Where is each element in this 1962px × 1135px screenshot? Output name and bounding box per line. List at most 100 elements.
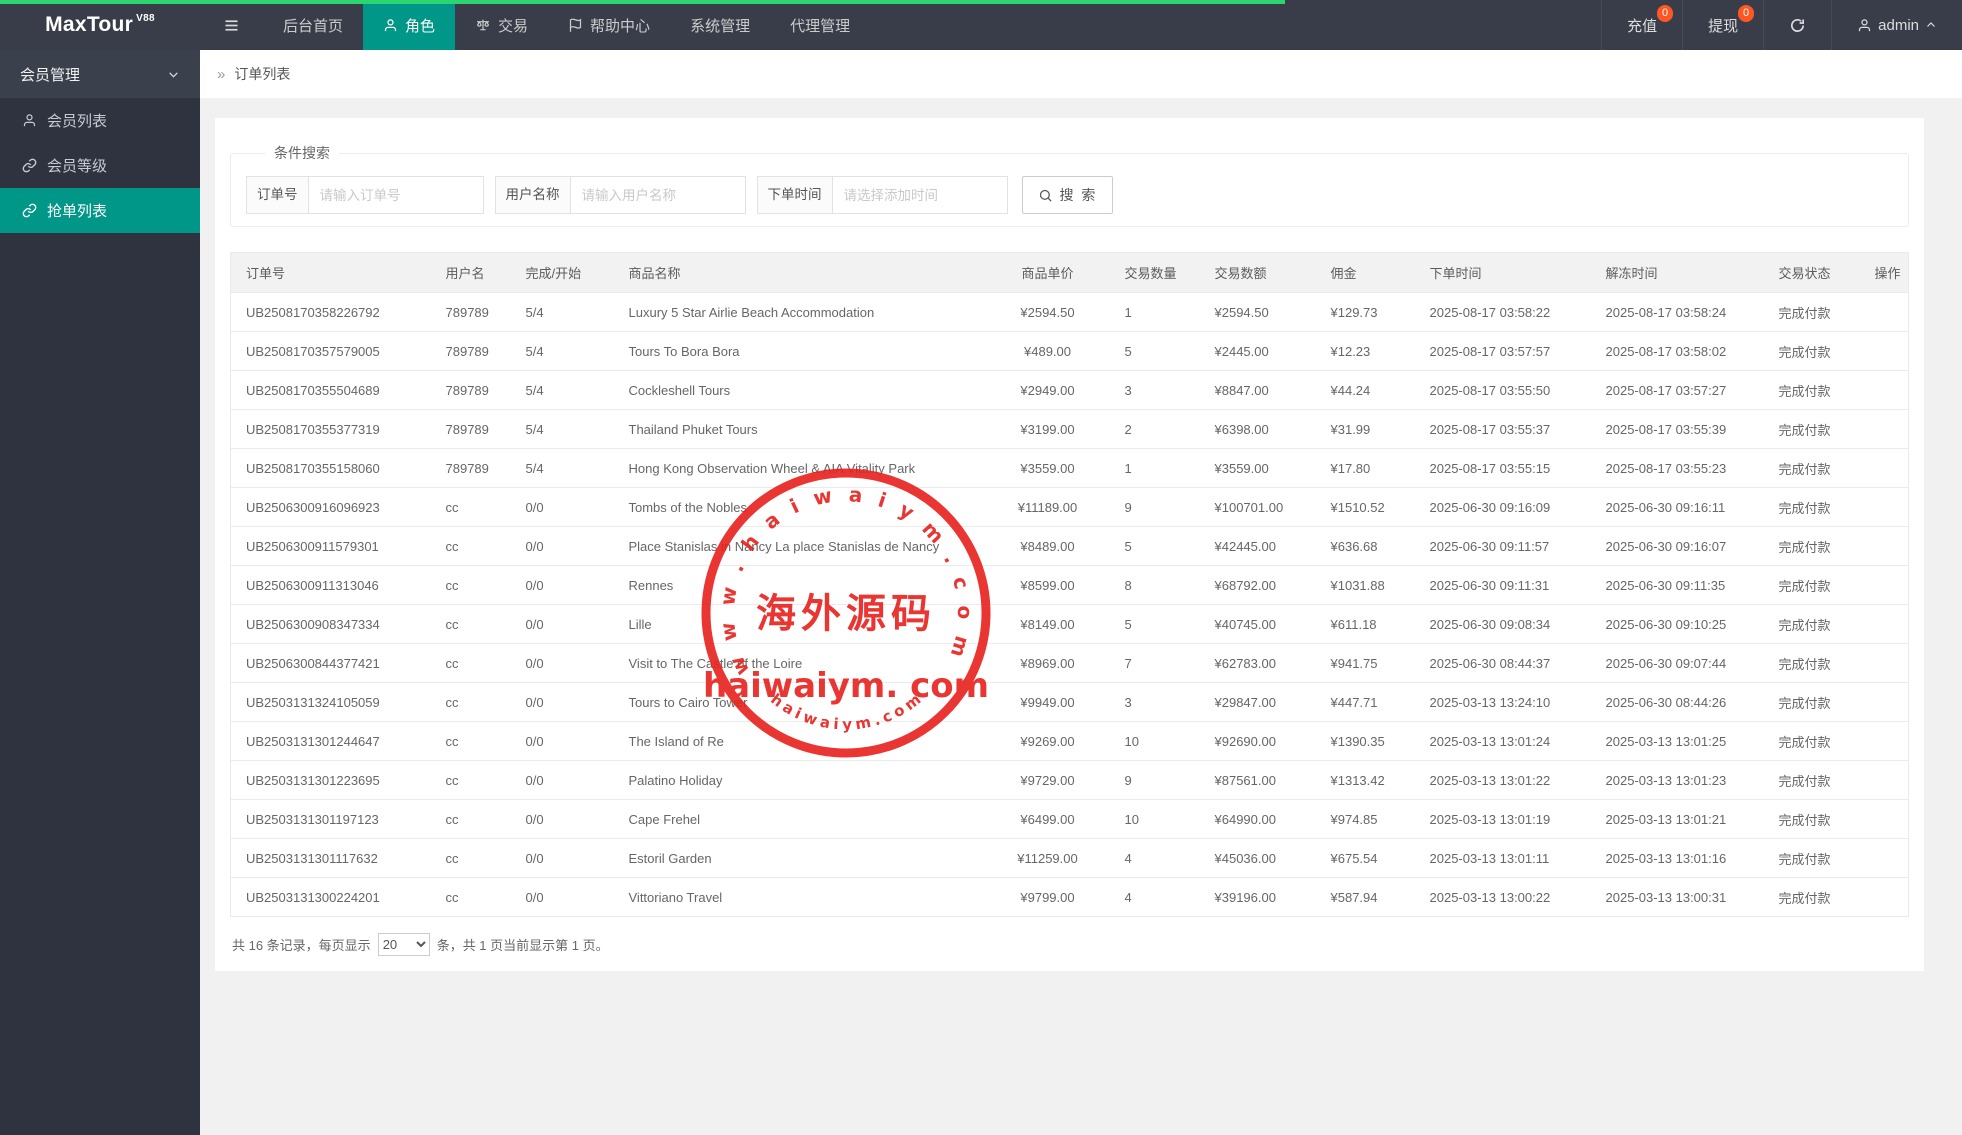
cell-product-name: Place Stanislas in Nancy La place Stanis… [614,527,986,566]
cell-username: cc [431,839,511,878]
cell-unfreeze-time: 2025-06-30 08:44:26 [1591,683,1764,722]
sidebar-item-label: 会员等级 [47,155,107,176]
cell-done-start: 0/0 [511,800,614,839]
search-input-1[interactable] [571,176,746,214]
sidebar-item-label: 抢单列表 [47,200,107,221]
sidebar-item-member-list[interactable]: 会员列表 [0,98,200,143]
cell-done-start: 0/0 [511,605,614,644]
col-trade-amount: 交易数额 [1200,253,1316,293]
nav-item-label: 系统管理 [690,15,750,36]
cell-order-time: 2025-03-13 13:01:11 [1415,839,1591,878]
sidebar-group-member-management[interactable]: 会员管理 [0,50,200,98]
search-fields: 订单号用户名称下单时间 [246,176,1019,214]
cell-product-name: Cape Frehel [614,800,986,839]
search-field-1: 用户名称 [495,176,746,214]
cell-unfreeze-time: 2025-08-17 03:58:02 [1591,332,1764,371]
cell-unfreeze-time: 2025-03-13 13:01:25 [1591,722,1764,761]
cell-unfreeze-time: 2025-06-30 09:11:35 [1591,566,1764,605]
link-icon [21,203,37,218]
table-row[interactable]: UB2506300908347334cc0/0Lille¥8149.005¥40… [231,605,1909,644]
table-row[interactable]: UB2503131301197123cc0/0Cape Frehel¥6499.… [231,800,1909,839]
nav-item-help-center[interactable]: 帮助中心 [548,0,670,50]
search-row: 订单号用户名称下单时间 搜 索 [246,176,1893,214]
cell-order-time: 2025-03-13 13:01:22 [1415,761,1591,800]
table-row[interactable]: UB25081703555046897897895/4Cockleshell T… [231,371,1909,410]
table-row[interactable]: UB25081703551580607897895/4Hong Kong Obs… [231,449,1909,488]
sidebar: 会员管理 会员列表会员等级抢单列表 [0,50,200,1135]
table-row[interactable]: UB2506300911579301cc0/0Place Stanislas i… [231,527,1909,566]
top-navbar: MaxTour V88 后台首页角色交易帮助中心系统管理代理管理 充值 0 提现… [0,0,1962,50]
table-row[interactable]: UB2506300916096923cc0/0Tombs of the Nobl… [231,488,1909,527]
cell-order-time: 2025-08-17 03:57:57 [1415,332,1591,371]
sidebar-item-grab-order-list[interactable]: 抢单列表 [0,188,200,233]
table-row[interactable]: UB25081703553773197897895/4Thailand Phuk… [231,410,1909,449]
nav-item-label: 帮助中心 [590,15,650,36]
nav-item-label: 代理管理 [790,15,850,36]
hamburger-icon [223,17,240,34]
nav-item-roles[interactable]: 角色 [363,0,455,50]
search-input-0[interactable] [309,176,484,214]
nav-item-agency[interactable]: 代理管理 [770,0,870,50]
refresh-button[interactable] [1763,0,1831,50]
cell-trade-qty: 1 [1110,449,1200,488]
cell-trade-amount: ¥68792.00 [1200,566,1316,605]
table-row[interactable]: UB2503131300224201cc0/0Vittoriano Travel… [231,878,1909,917]
table-row[interactable]: UB25081703575790057897895/4Tours To Bora… [231,332,1909,371]
cell-order-time: 2025-06-30 09:08:34 [1415,605,1591,644]
cell-product-name: Hong Kong Observation Wheel & AIA Vitali… [614,449,986,488]
cell-order-time: 2025-06-30 09:11:57 [1415,527,1591,566]
table-row[interactable]: UB2506300911313046cc0/0Rennes¥8599.008¥6… [231,566,1909,605]
search-input-2[interactable] [833,176,1008,214]
nav-item-trade[interactable]: 交易 [455,0,548,50]
cell-username: cc [431,527,511,566]
cell-action [1860,566,1909,605]
cell-action [1860,878,1909,917]
cell-trade-amount: ¥42445.00 [1200,527,1316,566]
username: admin [1878,17,1919,34]
withdraw-button[interactable]: 提现 0 [1682,0,1763,50]
cell-done-start: 0/0 [511,488,614,527]
cell-order-no: UB2506300916096923 [231,488,431,527]
cell-trade-status: 完成付款 [1764,410,1860,449]
cell-commission: ¥1313.42 [1316,761,1415,800]
menu-collapse-toggle[interactable] [200,0,263,50]
table-row[interactable]: UB2506300844377421cc0/0Visit to The Cast… [231,644,1909,683]
cell-order-time: 2025-06-30 08:44:37 [1415,644,1591,683]
person-icon [383,18,398,33]
cell-done-start: 0/0 [511,644,614,683]
cell-username: cc [431,683,511,722]
table-row[interactable]: UB2503131324105059cc0/0Tours to Cairo To… [231,683,1909,722]
col-done-start: 完成/开始 [511,253,614,293]
nav-right: 充值 0 提现 0 admin [1601,0,1962,50]
page-size-select[interactable]: 20 [378,933,430,956]
table-row[interactable]: UB2503131301117632cc0/0Estoril Garden¥11… [231,839,1909,878]
cell-action [1860,371,1909,410]
table-row[interactable]: UB2503131301223695cc0/0Palatino Holiday¥… [231,761,1909,800]
recharge-button[interactable]: 充值 0 [1601,0,1682,50]
cell-username: 789789 [431,449,511,488]
table-row[interactable]: UB2503131301244647cc0/0The Island of Re¥… [231,722,1909,761]
cell-unit-price: ¥8149.00 [986,605,1110,644]
sidebar-item-member-level[interactable]: 会员等级 [0,143,200,188]
cell-unfreeze-time: 2025-06-30 09:07:44 [1591,644,1764,683]
cell-order-time: 2025-06-30 09:11:31 [1415,566,1591,605]
cell-action [1860,761,1909,800]
cell-trade-qty: 3 [1110,371,1200,410]
nav-item-dashboard[interactable]: 后台首页 [263,0,363,50]
user-menu[interactable]: admin [1831,0,1962,50]
search-button[interactable]: 搜 索 [1022,176,1114,214]
cell-done-start: 0/0 [511,527,614,566]
cell-order-no: UB2506300911313046 [231,566,431,605]
cell-product-name: Tombs of the Nobles [614,488,986,527]
cell-trade-amount: ¥39196.00 [1200,878,1316,917]
table-row[interactable]: UB25081703582267927897895/4Luxury 5 Star… [231,293,1909,332]
cell-trade-status: 完成付款 [1764,371,1860,410]
cell-trade-status: 完成付款 [1764,566,1860,605]
cell-unfreeze-time: 2025-08-17 03:58:24 [1591,293,1764,332]
cell-trade-amount: ¥62783.00 [1200,644,1316,683]
cell-trade-qty: 5 [1110,527,1200,566]
nav-item-system[interactable]: 系统管理 [670,0,770,50]
cell-order-no: UB2503131301197123 [231,800,431,839]
cell-product-name: Lille [614,605,986,644]
orders-table-wrap: 订单号用户名完成/开始商品名称商品单价交易数量交易数额佣金下单时间解冻时间交易状… [230,252,1909,917]
